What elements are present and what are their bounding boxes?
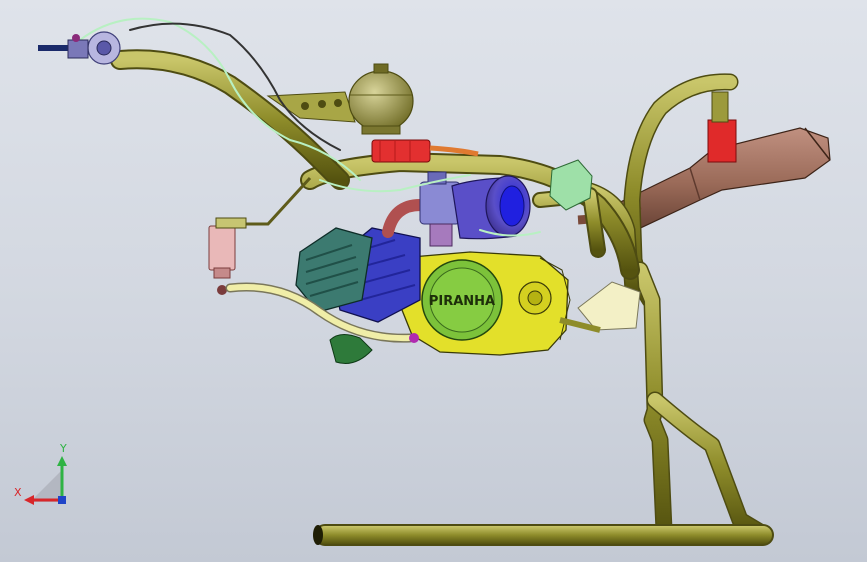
throttle-assembly (38, 31, 121, 65)
muffler-clamp (707, 119, 737, 163)
foot-peg-knob (409, 333, 419, 343)
axis-triad: Y X (14, 442, 67, 505)
triad-z-origin (58, 496, 66, 504)
triad-x-label: X (14, 486, 22, 499)
pit-bike-frame-model: PIRANHA Y X (14, 17, 831, 546)
triad-y-label: Y (59, 442, 67, 455)
swingarm-plate (577, 281, 641, 331)
muffler-bracket (711, 91, 729, 123)
engine-brand-label: PIRANHA (429, 294, 495, 309)
cad-viewport[interactable]: PIRANHA Y X (0, 0, 867, 562)
base-rail (313, 524, 774, 546)
triad-x-arrow (24, 495, 34, 505)
kick-lever (329, 334, 373, 364)
clutch-cover: PIRANHA (421, 259, 503, 341)
triad-y-arrow (57, 456, 67, 466)
fuel-tank (348, 63, 414, 135)
air-filter (451, 175, 531, 240)
rear-shock (208, 176, 312, 295)
